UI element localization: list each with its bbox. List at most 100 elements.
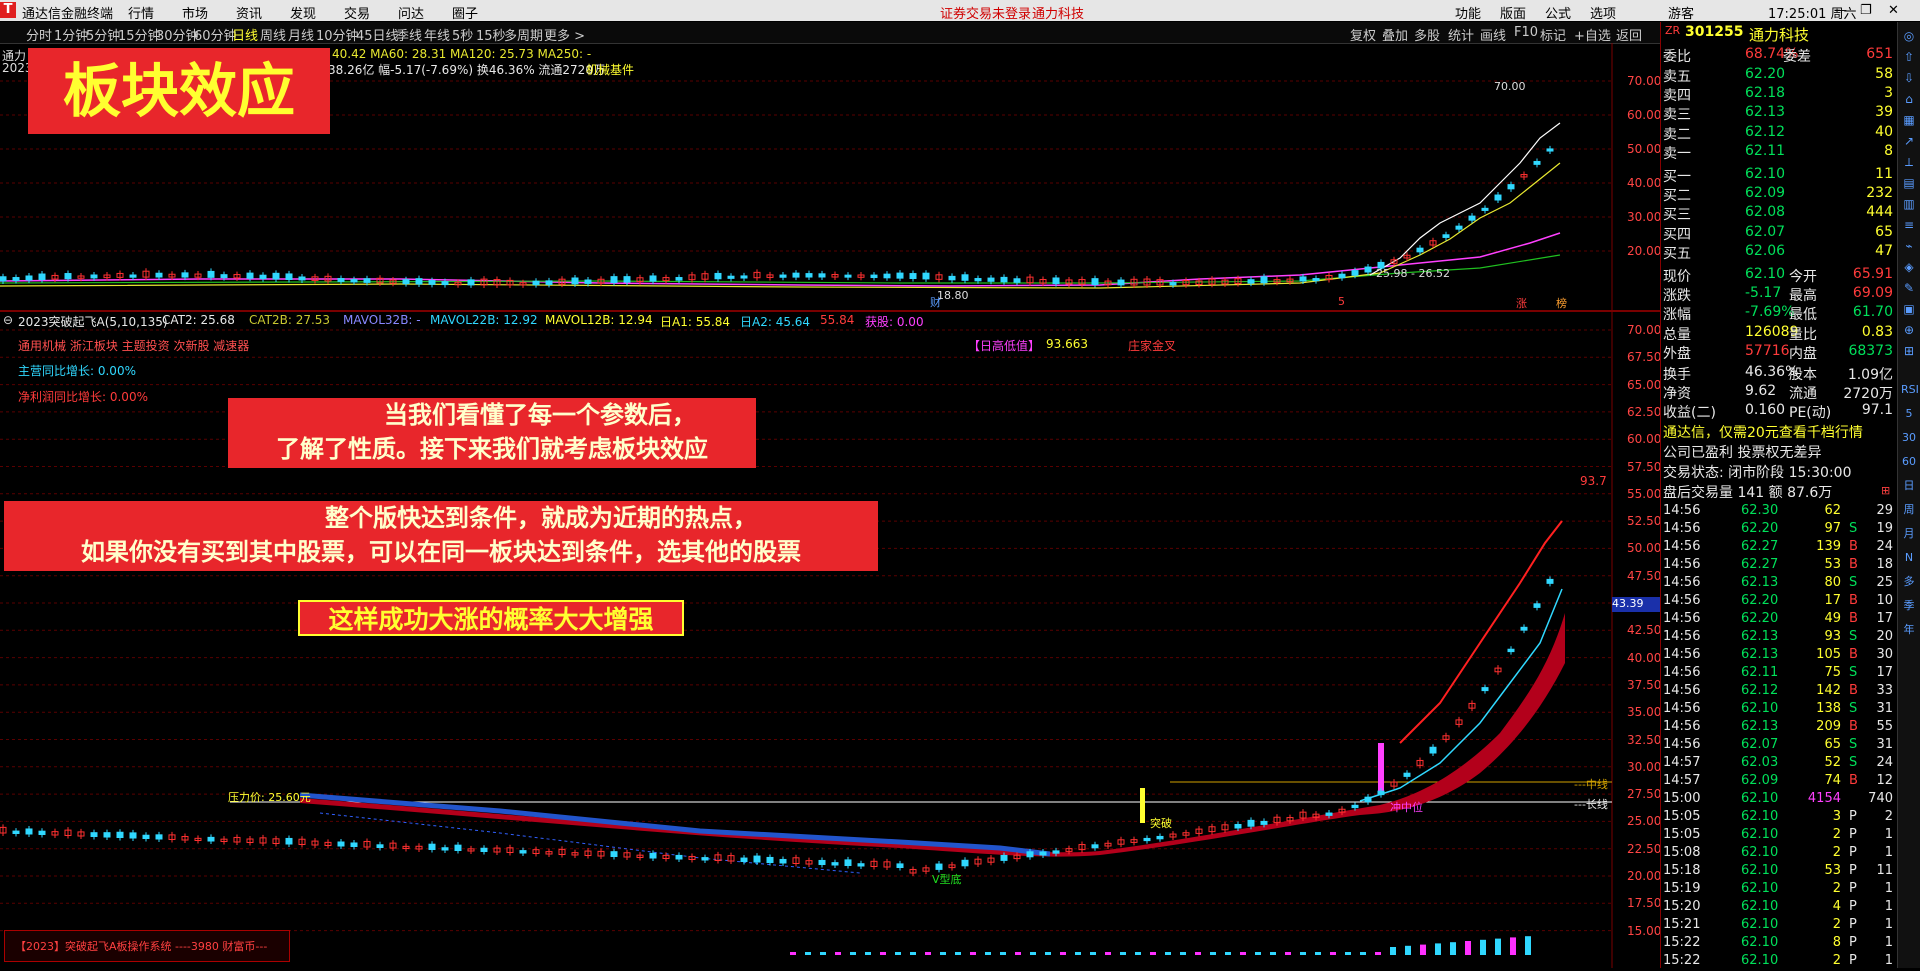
menu-hangqing[interactable]: 行情 — [128, 3, 154, 22]
period-6[interactable]: 日线 — [232, 25, 258, 44]
period-12[interactable]: 年线 — [424, 25, 450, 44]
tool-label-5[interactable]: 周 — [1901, 502, 1917, 518]
sell-row[interactable]: 卖三 62.13 39 — [1663, 104, 1893, 123]
tool-icon[interactable]: ≡ — [1901, 217, 1917, 233]
tool-icon[interactable]: ⇩ — [1901, 70, 1917, 86]
period-10[interactable]: 45日线 — [356, 25, 399, 44]
period-15[interactable]: 多周期 — [504, 25, 543, 44]
period-11[interactable]: 季线 — [396, 25, 422, 44]
toolbar-2[interactable]: 多股 — [1414, 25, 1440, 44]
candle — [441, 847, 449, 851]
tool-label-9[interactable]: 季 — [1901, 598, 1917, 614]
close-icon[interactable]: ✕ — [1888, 3, 1899, 18]
toolbar-3[interactable]: 统计 — [1448, 25, 1474, 44]
tool-icon[interactable]: ✎ — [1901, 280, 1917, 296]
sell-row[interactable]: 卖五 62.20 58 — [1663, 66, 1893, 85]
period-13[interactable]: 5秒 — [452, 25, 473, 44]
indicator-title[interactable]: 2023突破起飞A(5,10,135) — [18, 313, 168, 330]
toolbar-5[interactable]: F10 — [1514, 25, 1538, 40]
restore-icon[interactable]: ❐ — [1860, 3, 1872, 18]
indicator-value-1: CAT2B: 27.53 — [249, 313, 331, 327]
tool-icon[interactable]: ▤ — [1901, 175, 1917, 191]
tool-label-2[interactable]: 30 — [1901, 430, 1917, 446]
buy-row[interactable]: 买五 62.06 47 — [1663, 243, 1893, 262]
menu-gongneng[interactable]: 功能 — [1455, 3, 1481, 22]
tool-icon[interactable]: ▥ — [1901, 196, 1917, 212]
volume-bar — [895, 952, 901, 955]
menu-quanzi[interactable]: 圈子 — [452, 3, 478, 22]
expand-icon[interactable]: ⊞ — [1881, 484, 1890, 497]
buy-row[interactable]: 买三 62.08 444 — [1663, 204, 1893, 223]
user-label[interactable]: 游客 — [1668, 3, 1694, 22]
tool-icon[interactable]: ⊞ — [1901, 343, 1917, 359]
tool-icon[interactable]: ◎ — [1901, 28, 1917, 44]
toolbar-1[interactable]: 叠加 — [1382, 25, 1408, 44]
period-4[interactable]: 30分钟 — [156, 25, 199, 44]
stat-label: 总量 — [1663, 326, 1691, 343]
period-0[interactable]: 分时 — [26, 25, 52, 44]
tool-label-1[interactable]: 5 — [1901, 406, 1917, 422]
menu-gongshi[interactable]: 公式 — [1545, 3, 1571, 22]
period-1[interactable]: 1分钟 — [54, 25, 88, 44]
period-3[interactable]: 15分钟 — [118, 25, 161, 44]
tool-icon[interactable]: ▦ — [1901, 112, 1917, 128]
period-5[interactable]: 60分钟 — [194, 25, 237, 44]
buy-row[interactable]: 买四 62.07 65 — [1663, 224, 1893, 243]
tool-icon[interactable]: ⌁ — [1901, 238, 1917, 254]
code-prefix: ZR — [1665, 24, 1681, 37]
tool-label-7[interactable]: N — [1901, 550, 1917, 566]
menu-faxian[interactable]: 发现 — [290, 3, 316, 22]
tool-label-6[interactable]: 月 — [1901, 526, 1917, 542]
blue-trend-line — [299, 792, 1051, 857]
period-2[interactable]: 5分钟 — [86, 25, 120, 44]
promo-text[interactable]: 通达信，仅需20元查看千档行情 — [1663, 422, 1863, 442]
marker-zhang[interactable]: 涨 — [1516, 295, 1527, 311]
tool-icon[interactable]: ⌂ — [1901, 91, 1917, 107]
toolbar-0[interactable]: 复权 — [1350, 25, 1376, 44]
toolbar-6[interactable]: 标记 — [1540, 25, 1566, 44]
menu-xuanxiang[interactable]: 选项 — [1590, 3, 1616, 22]
tool-icon[interactable]: ⊕ — [1901, 322, 1917, 338]
marker-bang[interactable]: 榜 — [1556, 295, 1567, 311]
period-14[interactable]: 15秒 — [476, 25, 506, 44]
tool-icon[interactable]: ◈ — [1901, 259, 1917, 275]
tool-label-0[interactable]: RSI — [1901, 382, 1919, 398]
tool-icon[interactable]: ⟂ — [1901, 154, 1917, 170]
collapse-icon[interactable]: ⊖ — [3, 313, 13, 327]
menu-wenda[interactable]: 问达 — [398, 3, 424, 22]
sell-row[interactable]: 卖一 62.11 8 — [1663, 143, 1893, 162]
marker-5[interactable]: 5 — [1338, 295, 1345, 308]
system-footer[interactable]: 【2023】突破起飞A板操作系统 ----3980 财富币--- — [4, 930, 290, 962]
buy-row[interactable]: 买一 62.10 11 — [1663, 166, 1893, 185]
period-16[interactable]: 更多 > — [544, 25, 585, 44]
tick-row: 14:56 62.13 80 S 25 — [1663, 575, 1893, 593]
indicator-value-8: 获股: 0.00 — [865, 315, 924, 329]
period-8[interactable]: 月线 — [288, 25, 314, 44]
tool-icon[interactable]: ⇧ — [1901, 49, 1917, 65]
toolbar-8[interactable]: 返回 — [1616, 25, 1642, 44]
candle — [285, 273, 293, 280]
sell-row[interactable]: 卖四 62.18 3 — [1663, 85, 1893, 104]
tool-label-3[interactable]: 60 — [1901, 454, 1917, 470]
tool-label-8[interactable]: 多 — [1901, 574, 1917, 590]
tool-label-10[interactable]: 年 — [1901, 622, 1917, 638]
promo-row[interactable]: 通达信，仅需20元查看千档行情 — [1663, 422, 1893, 441]
minimize-icon[interactable]: — — [1834, 3, 1847, 18]
tool-icon[interactable]: ↗ — [1901, 133, 1917, 149]
tool-label-4[interactable]: 日 — [1901, 478, 1917, 494]
buy-row[interactable]: 买二 62.09 232 — [1663, 185, 1893, 204]
toolbar-7[interactable]: +自选 — [1574, 25, 1611, 44]
menu-zixun[interactable]: 资讯 — [236, 3, 262, 22]
menu-jiaoyi[interactable]: 交易 — [344, 3, 370, 22]
sell-row[interactable]: 卖二 62.12 40 — [1663, 124, 1893, 143]
menu-banmian[interactable]: 版面 — [1500, 3, 1526, 22]
menu-shichang[interactable]: 市场 — [182, 3, 208, 22]
login-notice[interactable]: 证券交易未登录 — [940, 3, 1031, 22]
tool-icon[interactable]: ▣ — [1901, 301, 1917, 317]
toolbar-4[interactable]: 画线 — [1480, 25, 1506, 44]
marker-cai[interactable]: 财 — [930, 294, 941, 310]
period-9[interactable]: 10分钟 — [316, 25, 359, 44]
sector-tag[interactable]: 机械基件 — [586, 61, 634, 78]
tick-time: 14:56 — [1663, 737, 1701, 752]
period-7[interactable]: 周线 — [260, 25, 286, 44]
